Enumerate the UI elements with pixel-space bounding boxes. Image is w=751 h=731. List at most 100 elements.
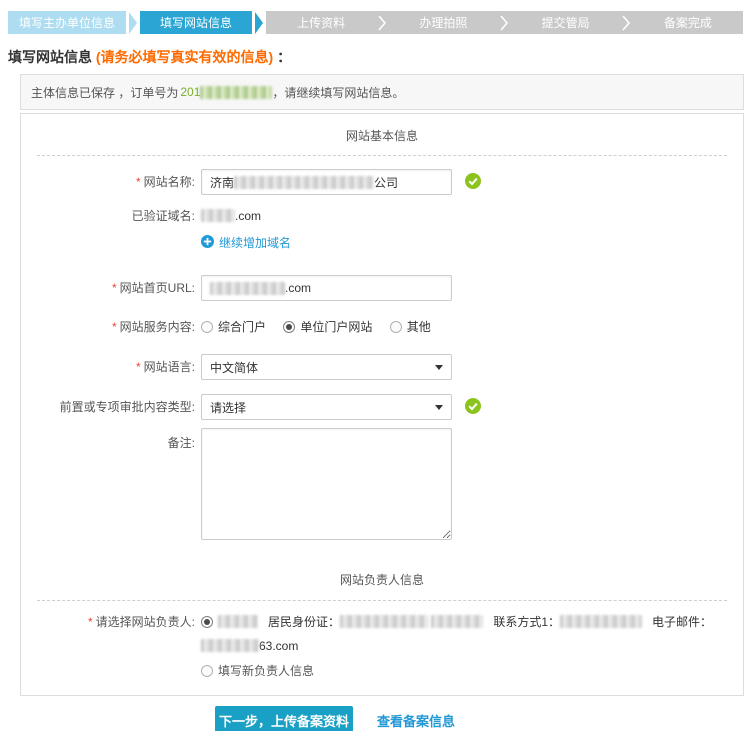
service-content-row: * 网站服务内容: 综合门户 单位门户网站 其他	[21, 318, 743, 336]
dashed-divider	[37, 600, 727, 601]
step-upload-materials: 上传资料	[266, 11, 377, 34]
order-number-redacted	[200, 85, 273, 99]
plus-circle-icon	[201, 234, 214, 251]
required-mark: *	[135, 175, 141, 189]
owner-options: 居民身份证： 联系方式1： 电子邮件： 63.com 填写新负责人信息	[201, 612, 726, 679]
owner-id-redacted	[340, 615, 429, 628]
owner-email-value: 63.com	[201, 638, 726, 654]
owner-id-redacted	[431, 615, 484, 628]
order-number: 201	[180, 85, 201, 99]
step-submit-authority: 提交管局	[510, 11, 621, 34]
language-selected-value: 中文简体	[210, 360, 259, 375]
required-mark: *	[87, 615, 93, 629]
owner-select-row: * 请选择网站负责人: 居民身份证： 联系方式1： 电子邮件： 63.com 填写…	[21, 612, 743, 679]
section-title-owner-info: 网站负责人信息	[339, 573, 424, 587]
dropdown-caret-icon	[435, 404, 443, 410]
valid-check-icon	[465, 172, 481, 192]
language-row: * 网站语言: 中文简体	[21, 354, 743, 380]
site-url-row: * 网站首页URL: .com	[21, 275, 743, 301]
site-url-label: * 网站首页URL:	[111, 281, 195, 295]
approval-type-label: 前置或专项审批内容类型:	[59, 400, 195, 414]
page-title: 填写网站信息 (请务必填写真实有效的信息) ：	[8, 47, 751, 67]
remark-row: 备注:	[21, 428, 743, 540]
page-title-text: 填写网站信息	[8, 49, 92, 65]
notice-prefix: 主体信息已保存 ，订单号为	[31, 85, 179, 100]
site-name-redacted	[234, 175, 375, 189]
pending-steps: 上传资料 办理拍照 提交管局 备案完成	[266, 11, 743, 34]
chevron-right-icon	[376, 11, 388, 34]
step-arrow-icon	[252, 11, 266, 34]
notice-bar: 主体信息已保存 ，订单号为 201 ，请继续填写网站信息。	[20, 74, 744, 110]
url-redacted	[210, 281, 285, 295]
notice-suffix: ，请继续填写网站信息。	[272, 85, 405, 100]
form-actions: 下一步，上传备案资料 查看备案信息	[215, 706, 751, 731]
add-domain-label: 继续增加域名	[219, 236, 292, 250]
verified-domain-row: 已验证域名: .com	[21, 208, 743, 224]
website-info-form: 网站基本信息 *网站名称: 济南 公司 已验证域名: .com 继续增加域名	[20, 113, 744, 696]
view-filing-info-link[interactable]: 查看备案信息	[377, 711, 455, 730]
radio-option-org-portal[interactable]: 单位门户网站	[283, 320, 375, 334]
step-filing-complete: 备案完成	[632, 11, 743, 34]
verified-domain-value: .com	[201, 208, 261, 224]
radio-checked-icon	[283, 321, 296, 333]
valid-check-icon	[465, 397, 481, 417]
step-label: 填写网站信息	[159, 16, 232, 30]
section-title-basic-info: 网站基本信息	[345, 129, 418, 143]
owner-id: 居民身份证：	[268, 612, 484, 632]
remark-label: 备注:	[167, 436, 195, 450]
step-fill-website-info: 填写网站信息	[140, 11, 252, 34]
site-name-row: * 网站名称: 济南 公司	[21, 169, 743, 195]
step-label: 上传资料	[297, 16, 346, 30]
site-name-value-suffix: 公司	[374, 175, 399, 190]
site-name-input[interactable]: 济南 公司	[201, 169, 452, 195]
next-step-button[interactable]: 下一步，上传备案资料	[215, 706, 353, 731]
verified-domain-label: 已验证域名:	[131, 209, 195, 223]
step-label: 提交管局	[541, 16, 590, 30]
chevron-right-icon	[621, 11, 633, 34]
owner-name-redacted	[218, 615, 258, 628]
radio-option-other[interactable]: 其他	[389, 320, 431, 334]
dashed-divider	[37, 155, 727, 156]
owner-email-label: 电子邮件：	[652, 615, 713, 629]
page-title-colon: ：	[277, 49, 292, 65]
service-content-options: 综合门户 单位门户网站 其他	[201, 318, 445, 336]
step-arrow-icon	[126, 11, 140, 34]
language-label: * 网站语言:	[135, 360, 195, 374]
owner-contact-redacted	[560, 615, 643, 628]
add-domain-link[interactable]: 继续增加域名	[201, 234, 291, 251]
add-domain-row: 继续增加域名	[21, 234, 743, 251]
required-mark: *	[111, 320, 117, 334]
chevron-right-icon	[499, 11, 511, 34]
dropdown-caret-icon	[435, 364, 443, 370]
domain-redacted	[201, 209, 235, 222]
owner-select-label: * 请选择网站负责人:	[87, 615, 195, 629]
url-value-suffix: .com	[285, 281, 312, 295]
required-mark: *	[111, 281, 117, 295]
radio-checked-icon	[201, 616, 213, 628]
remark-textarea[interactable]	[201, 428, 452, 540]
step-nav: 填写主办单位信息 填写网站信息 上传资料 办理拍照 提交管局 备案完成	[8, 11, 743, 34]
required-mark: *	[135, 360, 141, 374]
radio-icon	[201, 321, 213, 333]
radio-icon	[201, 665, 213, 677]
radio-option-portal[interactable]: 综合门户	[201, 320, 269, 334]
step-photo-verification: 办理拍照	[388, 11, 499, 34]
step-fill-organizer-info: 填写主办单位信息	[8, 11, 126, 34]
page-title-note: (请务必填写真实有效的信息)	[95, 49, 274, 65]
step-label: 办理拍照	[419, 16, 468, 30]
service-content-label: * 网站服务内容:	[111, 320, 195, 334]
existing-owner-option[interactable]: 居民身份证： 联系方式1： 电子邮件：	[201, 612, 726, 632]
approval-type-select[interactable]: 请选择	[201, 394, 452, 420]
language-select[interactable]: 中文简体	[201, 354, 452, 380]
new-owner-option[interactable]: 填写新负责人信息	[201, 663, 726, 679]
step-label: 备案完成	[663, 16, 712, 30]
site-url-input[interactable]: .com	[201, 275, 452, 301]
step-label: 填写主办单位信息	[18, 16, 115, 30]
owner-contact: 联系方式1：	[493, 612, 643, 632]
site-name-label: * 网站名称:	[135, 175, 195, 189]
radio-icon	[389, 321, 402, 333]
approval-selected-value: 请选择	[210, 400, 247, 415]
site-name-value-prefix: 济南	[210, 175, 235, 190]
approval-type-row: 前置或专项审批内容类型: 请选择	[21, 394, 743, 420]
owner-email-redacted	[201, 639, 259, 652]
